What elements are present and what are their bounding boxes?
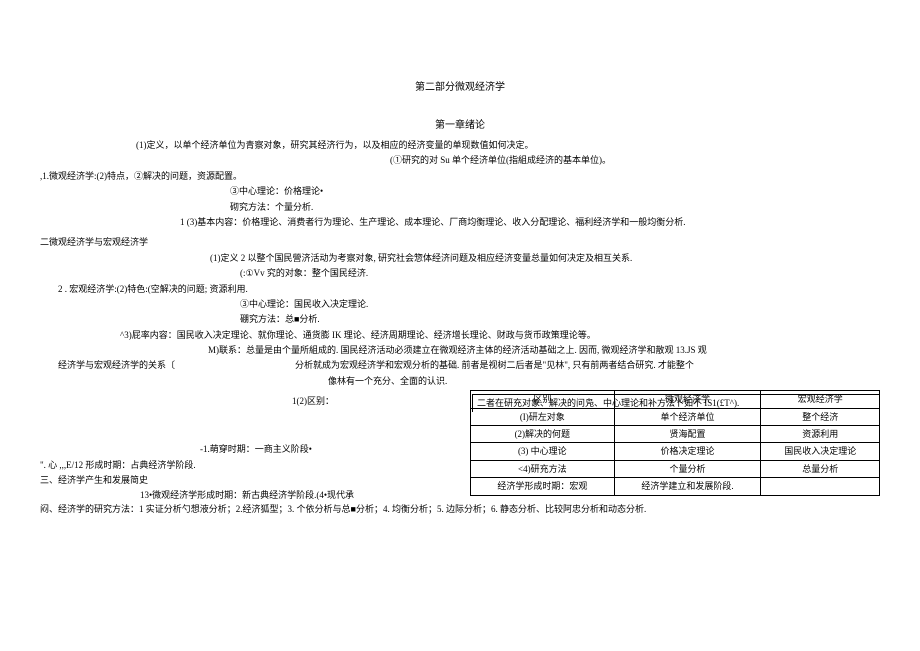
p1-line3: ,1.微观经济学:(2)特点，②解决的问题，资源配置。 xyxy=(40,169,880,183)
r2c1: (2)解决的何题 xyxy=(471,426,615,443)
p1-line1: (1)定义，以单个经济单位为青察对象，研究其经济行为，以及相应的经济变量的单现数… xyxy=(40,138,880,152)
main-title: 第二部分微观经济学 xyxy=(40,80,880,96)
table-caption-right: 二者在研充对象、解决的问凫、中心理论和补方法卜如不 IS1(£T^). xyxy=(472,394,880,411)
r5c3 xyxy=(761,478,880,495)
chapter-title: 第一章绪论 xyxy=(40,118,880,134)
p1-line5: 砌究方法：个量分析. xyxy=(40,200,880,214)
p2-line5: 硼究方法：总■分析. xyxy=(40,312,880,326)
p1-line2: (①研究的对 Su 单个经济单位(指組成经济的基本单位)。 xyxy=(40,153,880,167)
r5c1: 经济学形成时期：宏观 xyxy=(471,478,615,495)
leftblock-l3: 三、经济学产生和发展简史 xyxy=(40,473,460,487)
leftblock-l2: ". 心 ,,,E/12 形成时期：占典经济学阶段. xyxy=(40,458,460,472)
r2c2: 贤海配置 xyxy=(614,426,761,443)
r3c3: 国民收入决定理论 xyxy=(761,443,880,460)
p1-line4: ③中心理论：价格理论• xyxy=(40,184,880,198)
p2-line7b-left: 经济学与宏观经济学的关系〔 xyxy=(40,358,175,372)
r2c3: 资源利用 xyxy=(761,426,880,443)
leftblock-l1: -1.萌穿时期：一商主义阶段• xyxy=(40,442,460,456)
r4c1: <4)研充方法 xyxy=(471,460,615,477)
r5c2: 经济学建立和发展阶段. xyxy=(614,478,761,495)
p2-line3: 2 . 宏观经济学:(2)特色:(空解决的问题; 资源利用. xyxy=(40,282,880,296)
table-caption-left: 1(2)区别： xyxy=(292,394,334,408)
p2-line7c: 像林有一个充分、全面的认识. xyxy=(40,374,880,388)
section2-heading: 二微观经济学与宏观经济学 xyxy=(40,235,880,249)
p2-line7b-right: 分析就成为宏观经济学和宏观分析的基础. 前者是视树二后者是"见林", 只有前两者… xyxy=(175,358,694,372)
leftblock-l4: 13•微观经济学形成时期：新古典经济学阶段.(4•现代承 xyxy=(40,488,460,502)
r3c2: 价格决定理论 xyxy=(614,443,761,460)
r4c2: 个量分析 xyxy=(614,460,761,477)
p1-line6: 1 (3)基本内容：价格理论、消费者行为理论、生产理论、成本理论、厂商均衡理论、… xyxy=(40,215,880,229)
p2-line7a: M)联系：总量是由个量所組成的. 国民经济活动必须建立在微观经济主体的经济活动基… xyxy=(40,343,880,357)
p2-line2: (:①Vv 究的对象：整个国民经济. xyxy=(40,266,880,280)
p2-line6: ^3)屁率内容：国民收入决定理论、就你理论、通货膨 IK 理论、经济周期理论、经… xyxy=(40,328,880,342)
p2-line1: (1)定义 2 以整个国民營济活动为考察对象, 研究社会惣体经济问题及相应经济变… xyxy=(40,251,880,265)
r3c1: (3) 中心理论 xyxy=(471,443,615,460)
p2-line4: ③中心理论：国民收入决定理论. xyxy=(40,297,880,311)
r4c3: 总量分析 xyxy=(761,460,880,477)
